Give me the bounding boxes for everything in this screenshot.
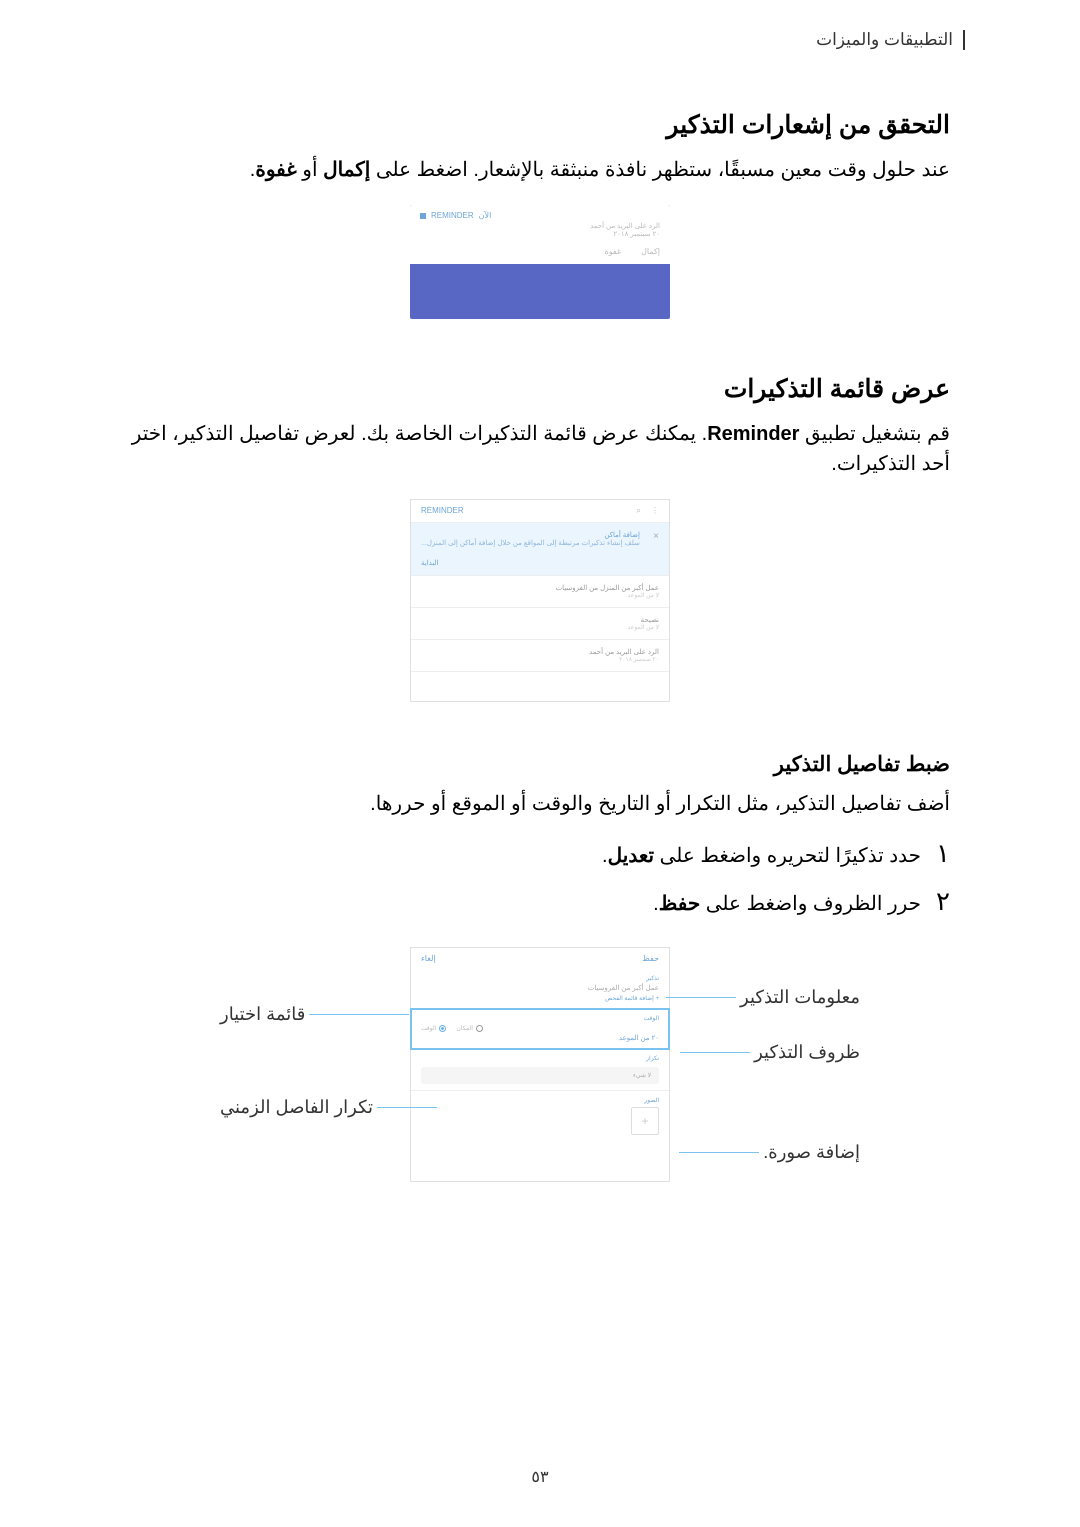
list-item-1-sub: لا من الموعد — [421, 592, 659, 599]
notif-content: الرد على البريد من أحمد — [420, 222, 660, 230]
section-title-notifications: التحقق من إشعارات التذكير — [130, 110, 950, 140]
list-item-3-title: الرد على البريد من أحمد — [421, 648, 659, 656]
callout-add-image: إضافة صورة. — [763, 1142, 860, 1163]
repeat-label: تكرار — [421, 1055, 659, 1062]
callout-info: معلومات التذكير — [740, 987, 860, 1008]
step-1: ١ حدد تذكيرًا لتحريره واضغط على تعديل. — [130, 839, 950, 869]
text: أو — [297, 159, 323, 181]
time-label: الوقت — [421, 1015, 659, 1022]
text: حرر الظروف واضغط على — [700, 893, 921, 915]
subsection-title-details: ضبط تفاصيل التذكير — [130, 752, 950, 777]
save-button-label: حفظ — [642, 954, 659, 963]
list-item-1-title: عمل أكبر من المنزل من الفروسيات — [421, 584, 659, 592]
bold-reminder-app: Reminder — [707, 423, 799, 445]
time-value: ٢٠ من الموعد — [421, 1034, 659, 1042]
notif-time: الآن — [479, 211, 492, 220]
radio-icon-selected — [439, 1025, 446, 1032]
start-button: البداية — [411, 555, 669, 575]
more-icon: ⋮ — [651, 506, 659, 516]
banner-text: سلف إنشاء تذكيرات مرتبطة إلى المواقع من … — [421, 539, 640, 547]
radio-time: الوقت — [421, 1025, 436, 1032]
bold-edit: تعديل — [608, 845, 654, 867]
radio-place: المكان — [456, 1025, 473, 1032]
callout-conditions: ظروف التذكير — [754, 1042, 860, 1063]
step-number: ٢ — [936, 887, 950, 917]
section2-body: قم بتشغيل تطبيق Reminder. يمكنك عرض قائم… — [130, 419, 950, 479]
repeat-value: لا شيء — [421, 1067, 659, 1084]
banner-title: إضافة أماكن — [421, 531, 640, 539]
bold-snooze: غفوة — [255, 159, 296, 181]
callout-interval: تكرار الفاصل الزمني — [220, 1097, 373, 1118]
reminder-list-screenshot: ⋮ ⌕ REMINDER × إضافة أماكن سلف إنشاء تذكي… — [130, 499, 950, 702]
image-label: الصور — [421, 1097, 659, 1104]
notif-action-complete: إكمال — [641, 247, 660, 256]
notif-app: REMINDER — [431, 211, 474, 220]
list-item-2-title: نصيحة — [421, 616, 659, 624]
list-title: REMINDER — [421, 506, 464, 516]
edit-reminder-screenshot: حفظ إلغاء تذكير عمل أكبر من الفروسيات + … — [220, 947, 860, 1217]
page-number: ٥٣ — [531, 1467, 548, 1487]
section-title-list: عرض قائمة التذكيرات — [130, 374, 950, 404]
notification-screenshot: الآن REMINDER الرد على البريد من أحمد ٢٠… — [130, 205, 950, 324]
step-2: ٢ حرر الظروف واضغط على حفظ. — [130, 887, 950, 917]
step-number: ١ — [936, 839, 950, 869]
radio-icon — [476, 1025, 483, 1032]
section1-body: عند حلول وقت معين مسبقًا، ستظهر نافذة من… — [130, 155, 950, 185]
notif-sub: ٢٠ سبتمبر ٢٠١٨ — [420, 230, 660, 238]
list-item-2-sub: لا من الموعد — [421, 624, 659, 631]
callout-checklist: قائمة اختيار — [220, 1004, 305, 1025]
section3-body: أضف تفاصيل التذكير، مثل التكرار أو التار… — [130, 789, 950, 819]
page-header: التطبيقات والميزات — [130, 30, 965, 50]
list-item-3-sub: ٢٠ سبتمبر ٢٠١٨ — [421, 656, 659, 663]
text: عند حلول وقت معين مسبقًا، ستظهر نافذة من… — [370, 159, 950, 181]
reminder-label: تذكير — [421, 975, 659, 982]
notif-action-snooze: غفوة — [605, 247, 622, 256]
cancel-button-label: إلغاء — [421, 954, 436, 963]
add-image-box: + — [631, 1107, 659, 1135]
text: قم بتشغيل تطبيق — [799, 423, 950, 445]
bold-complete: إكمال — [323, 159, 370, 181]
reminder-title-value: عمل أكبر من الفروسيات — [421, 984, 659, 992]
close-icon: × — [653, 531, 659, 547]
bold-save: حفظ — [659, 893, 700, 915]
memo-hint: + إضافة قائمة الفحص — [421, 995, 659, 1002]
text: حدد تذكيرًا لتحريره واضغط على — [654, 845, 921, 867]
app-icon — [420, 213, 426, 219]
search-icon: ⌕ — [637, 506, 641, 516]
